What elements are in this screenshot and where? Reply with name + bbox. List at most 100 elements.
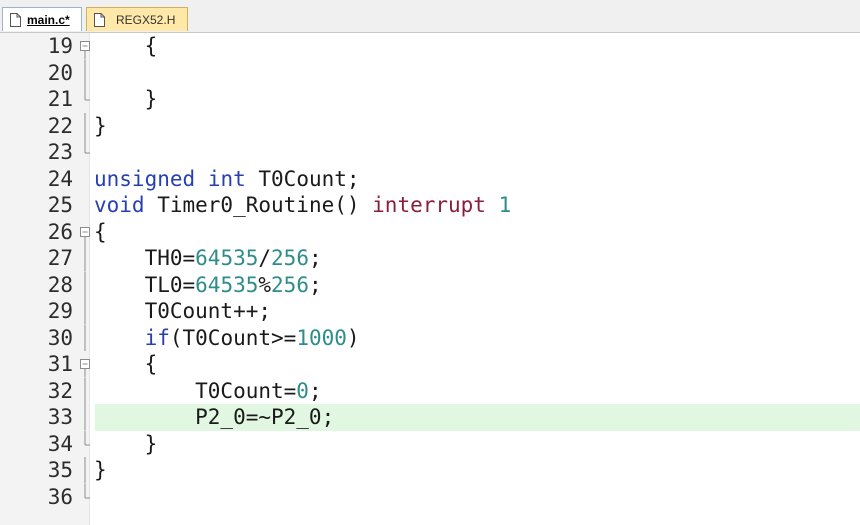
fold-guide [84, 139, 90, 154]
line-number: 33 [47, 405, 73, 429]
code-token: TL0= [94, 272, 196, 297]
code-line[interactable]: 34 } [0, 430, 860, 458]
code-line[interactable]: 25 void Timer0_Routine() interrupt 1 [0, 192, 860, 219]
code-line[interactable]: 26 { [0, 219, 860, 246]
fold-toggle-icon[interactable] [79, 351, 91, 378]
line-number: 25 [47, 193, 73, 217]
code-token: } [94, 458, 107, 482]
code-text: { [94, 33, 158, 60]
fold-guide [84, 377, 86, 404]
code-token: % [258, 272, 272, 297]
code-token: / [258, 246, 272, 270]
code-text: T0Count++; [94, 298, 271, 325]
code-token: } [94, 113, 107, 138]
keyword-token: interrupt [372, 193, 486, 217]
tab-regx52-h[interactable]: REGX52.H [86, 7, 188, 31]
code-line[interactable]: 19 { [0, 33, 860, 60]
code-token: { [94, 34, 158, 58]
code-line[interactable]: 31 { [0, 351, 860, 378]
line-number: 34 [47, 431, 73, 456]
fold-guide [84, 59, 86, 86]
line-number: 27 [47, 246, 73, 270]
line-number: 29 [47, 299, 73, 323]
fold-guide [84, 324, 86, 351]
tab-bar: main.c* REGX52.H [0, 0, 860, 33]
keyword-token: unsigned [94, 166, 196, 191]
code-line[interactable]: 36 [0, 483, 860, 511]
code-line[interactable]: 28 TL0=64535%256; [0, 271, 860, 299]
keyword-token: void [94, 193, 145, 217]
fold-guide [84, 430, 90, 445]
code-text: } [94, 431, 158, 458]
code-token: } [94, 87, 158, 111]
code-token: Timer0_Routine() [144, 193, 373, 217]
code-text: T0Count=0; [94, 378, 321, 405]
line-number: 21 [47, 87, 73, 111]
code-line[interactable]: 23 [0, 139, 860, 166]
line-number: 30 [47, 325, 73, 350]
line-number: 26 [47, 219, 73, 244]
code-token: { [94, 219, 107, 244]
code-text: if(T0Count>=1000) [94, 325, 360, 352]
fold-guide [84, 271, 86, 298]
fold-guide [84, 245, 86, 272]
line-number: 36 [47, 484, 73, 509]
fold-guide [84, 483, 90, 498]
number-token: 64535 [195, 272, 259, 297]
code-line[interactable]: 30 if(T0Count>=1000) [0, 324, 860, 352]
code-line[interactable]: 32 T0Count=0; [0, 377, 860, 405]
code-token: ) [346, 325, 360, 350]
number-token: 1000 [296, 325, 347, 350]
code-text: { [94, 219, 107, 246]
code-token: ; [308, 246, 322, 270]
fold-guide [84, 404, 86, 431]
number-token: 0 [296, 378, 309, 403]
tab-label: main.c* [27, 12, 70, 27]
tab-main-c[interactable]: main.c* [2, 7, 82, 31]
code-token: } [94, 431, 158, 456]
code-text: P2_0=~P2_0; [94, 404, 334, 431]
fold-guide [84, 112, 86, 139]
fold-guide [84, 457, 86, 484]
code-text: } [94, 86, 158, 113]
fold-toggle-icon[interactable] [79, 33, 91, 60]
line-number: 28 [47, 272, 73, 297]
fold-guide [84, 298, 86, 325]
code-token: T0Count++; [94, 299, 272, 323]
line-number: 31 [47, 352, 73, 376]
code-text: unsigned int T0Count; [94, 166, 360, 193]
fold-guide [84, 86, 90, 101]
line-number: 35 [47, 458, 73, 482]
code-token: T0Count= [94, 378, 297, 403]
code-text: } [94, 457, 107, 484]
number-token: 1 [498, 193, 512, 217]
code-text: TL0=64535%256; [94, 272, 322, 299]
code-token: T0Count; [245, 166, 360, 191]
fold-toggle-icon[interactable] [79, 219, 91, 246]
code-line[interactable]: 33 P2_0=~P2_0; [0, 404, 860, 431]
code-token: P2_0=~P2_0; [94, 405, 335, 429]
code-line[interactable]: 27 TH0=64535/256; [0, 245, 860, 272]
code-line[interactable]: 24 unsigned int T0Count; [0, 166, 860, 193]
code-line[interactable]: 20 [0, 59, 860, 86]
line-number: 20 [47, 60, 73, 85]
code-line[interactable]: 35} [0, 457, 860, 484]
line-number: 22 [47, 113, 73, 138]
code-token: (T0Count>= [169, 325, 297, 350]
code-token: { [94, 352, 158, 376]
code-text: void Timer0_Routine() interrupt 1 [94, 192, 511, 219]
code-line[interactable]: 21 } [0, 86, 860, 113]
code-line[interactable]: 29 T0Count++; [0, 298, 860, 325]
code-editor[interactable]: 19 {20 21 } 22} 23 24 unsigned int T0Count; 25… [0, 33, 860, 525]
number-token: 64535 [195, 246, 259, 270]
keyword-token: if [144, 325, 170, 350]
code-token: ; [308, 272, 322, 297]
code-text: } [94, 113, 107, 140]
code-line[interactable]: 22} [0, 112, 860, 140]
line-number: 19 [47, 34, 73, 58]
number-token: 256 [271, 272, 309, 297]
code-text: TH0=64535/256; [94, 245, 322, 272]
